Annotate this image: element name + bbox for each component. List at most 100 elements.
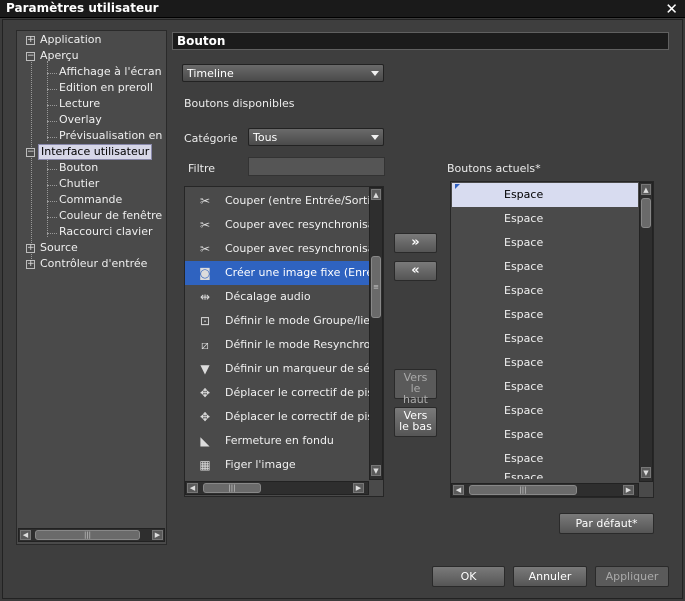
timeline-select[interactable]: Timeline (182, 64, 384, 82)
list-item[interactable]: ⊡ Définir le mode Groupe/lien (185, 309, 369, 333)
move-track-patch-icon: ✥ (199, 410, 211, 424)
list-item[interactable]: Espace (452, 447, 638, 471)
scroll-left-icon[interactable]: ◀ (20, 530, 31, 540)
list-item[interactable]: ✂ Couper (entre Entrée/Sortie) (185, 189, 369, 213)
tree-item-previsualisation[interactable]: Prévisualisation en mo (59, 128, 166, 144)
available-horizontal-scrollbar[interactable]: ◀ ||| ▶ (185, 481, 369, 495)
scroll-left-icon[interactable]: ◀ (453, 485, 464, 495)
timeline-select-value: Timeline (187, 67, 234, 80)
list-item[interactable]: Espace (452, 255, 638, 279)
scroll-left-icon[interactable]: ◀ (187, 483, 198, 493)
list-item[interactable]: ▼ Définir un marqueur de séque (185, 357, 369, 381)
expander-icon[interactable]: + (26, 36, 35, 45)
filter-label: Filtre (188, 162, 216, 175)
current-buttons-label: Boutons actuels* (447, 162, 541, 175)
list-item[interactable]: ✥ Déplacer le correctif de pistes (185, 381, 369, 405)
scroll-thumb[interactable]: ||| (35, 530, 140, 540)
apply-button[interactable]: Appliquer (595, 566, 669, 587)
list-item[interactable]: ◙ Créer une image fixe (Enregis (185, 261, 369, 285)
expander-icon[interactable]: + (26, 260, 35, 269)
list-item[interactable]: Espace (452, 327, 638, 351)
category-select[interactable]: Tous (248, 128, 384, 146)
tree-item-interface-utilisateur[interactable]: Interface utilisateur (38, 144, 153, 160)
scroll-down-icon[interactable]: ▼ (371, 465, 381, 476)
tree-item-commande[interactable]: Commande (59, 192, 122, 208)
list-item[interactable]: Espace (452, 399, 638, 423)
list-item[interactable]: ⧄ Définir le mode Resynchronisa (185, 333, 369, 357)
list-item[interactable]: ◣ Fermeture en fondu (185, 429, 369, 453)
list-item[interactable]: Espace (452, 351, 638, 375)
chevron-down-icon (371, 135, 379, 140)
cancel-button[interactable]: Annuler (513, 566, 587, 587)
expander-icon[interactable]: − (26, 148, 35, 157)
default-button[interactable]: Par défaut* (559, 513, 654, 534)
group-link-icon: ⊡ (199, 314, 211, 328)
scroll-up-icon[interactable]: ▲ (371, 189, 381, 200)
scroll-right-icon[interactable]: ▶ (623, 485, 634, 495)
tree-item-chutier[interactable]: Chutier (59, 176, 99, 192)
tree-guide (47, 137, 57, 138)
move-up-button[interactable]: Vers le haut (394, 369, 437, 405)
filter-input[interactable] (248, 157, 385, 176)
list-item[interactable]: Espace (452, 423, 638, 447)
list-item[interactable]: ✂ Couper avec resynchronisation (185, 213, 369, 237)
tree-item-apercu[interactable]: Aperçu (40, 48, 79, 64)
tree-horizontal-scrollbar[interactable]: ◀ ||| ▶ (18, 528, 165, 542)
tree-item-bouton[interactable]: Bouton (59, 160, 98, 176)
remove-button-left[interactable]: « (394, 261, 437, 281)
tree-item-overlay[interactable]: Overlay (59, 112, 102, 128)
tree-guide (47, 73, 57, 74)
tree-guide (47, 185, 57, 186)
scroll-right-icon[interactable]: ▶ (152, 530, 163, 540)
tree-item-lecture[interactable]: Lecture (59, 96, 100, 112)
resync-mode-icon: ⧄ (201, 338, 209, 352)
move-down-button[interactable]: Vers le bas (394, 407, 437, 437)
list-item[interactable]: Espace (452, 471, 638, 479)
tree-item-raccourci-clavier[interactable]: Raccourci clavier (59, 224, 153, 240)
cut-resync-icon: ✂ (199, 242, 211, 256)
current-horizontal-scrollbar[interactable]: ◀ ||| ▶ (451, 483, 639, 497)
category-label: Catégorie (184, 132, 238, 145)
list-item[interactable]: Espace (452, 183, 638, 207)
section-title: Bouton (172, 32, 669, 50)
expander-icon[interactable]: − (26, 52, 35, 61)
scroll-thumb[interactable]: ||| (469, 485, 577, 495)
list-item[interactable]: ✥ Déplacer le correctif de pistes (185, 405, 369, 429)
tree-item-affichage[interactable]: Affichage à l'écran (59, 64, 162, 80)
list-item[interactable]: Espace (452, 279, 638, 303)
list-item[interactable]: Espace (452, 231, 638, 255)
list-item[interactable]: ▦ Figer l'image (185, 453, 369, 477)
add-button-right[interactable]: » (394, 233, 437, 253)
list-item[interactable]: Espace (452, 207, 638, 231)
available-buttons-label: Boutons disponibles (184, 97, 295, 110)
window-titlebar: Paramètres utilisateur ✕ (0, 0, 685, 18)
tree-item-couleur-fenetre[interactable]: Couleur de fenêtre (59, 208, 162, 224)
scroll-right-icon[interactable]: ▶ (353, 483, 364, 493)
expander-icon[interactable]: + (26, 244, 35, 253)
list-item[interactable]: ⇹ Décalage audio (185, 285, 369, 309)
freeze-frame-icon: ▦ (199, 458, 211, 472)
tree-guide (47, 121, 57, 122)
list-item[interactable]: ✂ Couper avec resynchronisatio (185, 237, 369, 261)
list-item[interactable]: Espace (452, 303, 638, 327)
scroll-thumb[interactable]: ||| (203, 483, 261, 493)
tree-item-controleur-entree[interactable]: Contrôleur d'entrée (40, 256, 147, 272)
scroll-down-icon[interactable]: ▼ (641, 467, 651, 478)
list-item[interactable]: Espace (452, 375, 638, 399)
tree-item-edition-preroll[interactable]: Edition en preroll (59, 80, 153, 96)
scroll-thumb[interactable] (641, 198, 651, 228)
available-vertical-scrollbar[interactable]: ▲ ≡ ▼ (369, 187, 383, 480)
close-icon[interactable]: ✕ (665, 0, 678, 18)
chevron-down-icon (371, 71, 379, 76)
tree-item-application[interactable]: Application (40, 32, 101, 48)
ok-button[interactable]: OK (432, 566, 505, 587)
window-title: Paramètres utilisateur (6, 1, 159, 15)
move-track-patch-icon: ✥ (199, 386, 211, 400)
settings-tree: + Application − Aperçu Affichage à l'écr… (16, 30, 167, 545)
scroll-up-icon[interactable]: ▲ (641, 184, 651, 195)
tree-guide (47, 105, 57, 106)
scroll-thumb[interactable]: ≡ (371, 256, 381, 318)
tree-item-source[interactable]: Source (40, 240, 78, 256)
current-vertical-scrollbar[interactable]: ▲ ▼ (639, 182, 653, 482)
sequence-marker-icon: ▼ (200, 362, 210, 376)
